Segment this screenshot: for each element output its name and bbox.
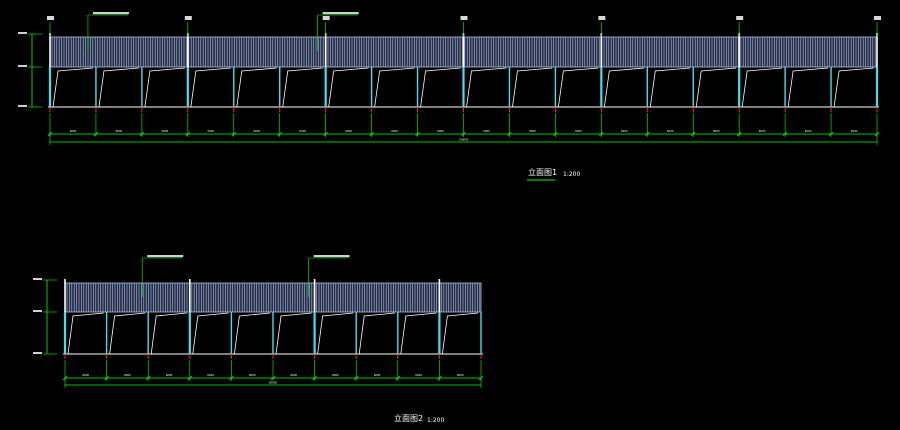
bay-dimension-label: 6000 [483,129,490,133]
bay-dimension-label: 6000 [851,129,858,133]
grid-axis-tag [736,16,744,20]
bay-dimension-label: 6000 [345,129,352,133]
elevation-level-mark [18,32,27,34]
bay-dimension-label: 6000 [299,129,306,133]
bay-dimension-label: 6000 [162,129,169,133]
grid-axis-tag [460,16,468,20]
elevation-2-scale: 1:200 [427,417,444,424]
bay-dimension-label: 6000 [759,129,766,133]
bay-rafter-outline [374,67,415,108]
bay-dimension-label: 6000 [207,373,214,377]
bay-rafter-outline [787,67,829,108]
grid-axis-tag [874,16,881,20]
elevation-1-title: 立面图1 [528,167,557,177]
cad-drawing-canvas: 6000 6000 6000 6000 6000 6000 6000 6000 6000 6000… [0,0,900,430]
bay-rafter-outline [400,312,437,355]
bay-rafter-outline [52,67,93,108]
material-note-text-block [313,255,350,258]
bay-rafter-outline [603,67,645,108]
bay-rafter-outline [833,67,875,108]
grid-axis-tag [322,16,330,20]
elevation-level-mark [18,105,27,107]
elevation-1-drawing: 6000 6000 6000 6000 6000 6000 6000 6000 6000 6000… [18,12,881,145]
bay-rafter-outline [557,67,599,108]
wall-cladding-band [64,282,482,313]
bay-rafter-outline [317,312,354,355]
bay-rafter-outline [282,67,323,108]
bay-dimension-label: 6000 [70,129,77,133]
elevation-level-mark [33,278,42,280]
bay-rafter-outline [328,67,369,108]
grid-axis-tag [47,16,54,20]
bay-dimension-label: 6000 [805,129,812,133]
elevation-level-mark [33,352,42,354]
bay-dimension-label: 6000 [82,373,89,377]
elevation-drawings-svg: 6000 6000 6000 6000 6000 6000 6000 6000 6000 6000… [18,12,881,424]
grid-axis-tag [184,16,192,20]
bay-rafter-outline [236,67,277,108]
elevation-1-scale: 1:200 [563,171,580,178]
grid-axis-tag [598,16,606,20]
bay-rafter-outline [512,67,553,108]
bay-dimension-label: 6000 [667,129,674,133]
bay-dimension-label: 6000 [529,129,536,133]
total-dimension-label: 108000 [459,138,469,142]
bay-rafter-outline [109,312,146,355]
bay-dimension-label: 6000 [374,373,381,377]
bay-dimension-label: 6000 [621,129,628,133]
elevation-2-drawing: 6000 6000 6000 6000 6000 6000 6000 6000 6000 6000… [33,255,484,388]
bay-rafter-outline [695,67,737,108]
bay-dimension-label: 6000 [575,129,582,133]
bay-rafter-outline [649,67,691,108]
material-note-text-block [92,12,129,15]
bay-rafter-outline [358,312,395,355]
bay-rafter-outline [150,312,187,355]
bay-dimension-label: 6000 [457,373,464,377]
bay-dimension-label: 6000 [207,129,214,133]
bay-dimension-label: 6000 [391,129,398,133]
bay-rafter-outline [275,312,312,355]
elevation-level-mark [18,65,27,67]
bay-dimension-label: 6000 [249,373,256,377]
bay-dimension-label: 6000 [437,129,444,133]
bay-rafter-outline [234,312,271,355]
bay-dimension-label: 6000 [116,129,123,133]
bay-rafter-outline [190,67,231,108]
bay-dimension-label: 6000 [332,373,339,377]
material-note-text-block [147,255,184,258]
bay-rafter-outline [98,67,139,108]
elevation-2-title: 立面图2 [394,413,423,423]
bay-dimension-label: 6000 [415,373,422,377]
bay-dimension-label: 6000 [166,373,173,377]
bay-rafter-outline [144,67,185,108]
bay-rafter-outline [67,312,104,355]
bay-rafter-outline [420,67,461,108]
bay-rafter-outline [466,67,507,108]
total-dimension-label: 60000 [269,381,278,385]
bay-rafter-outline [192,312,229,355]
bay-dimension-label: 6000 [124,373,131,377]
bay-rafter-outline [442,312,479,355]
bay-dimension-label: 6000 [290,373,297,377]
bay-dimension-label: 6000 [713,129,720,133]
material-note-text-block [322,12,359,15]
elevation-level-mark [33,310,42,312]
bay-dimension-label: 6000 [253,129,260,133]
bay-rafter-outline [741,67,783,108]
